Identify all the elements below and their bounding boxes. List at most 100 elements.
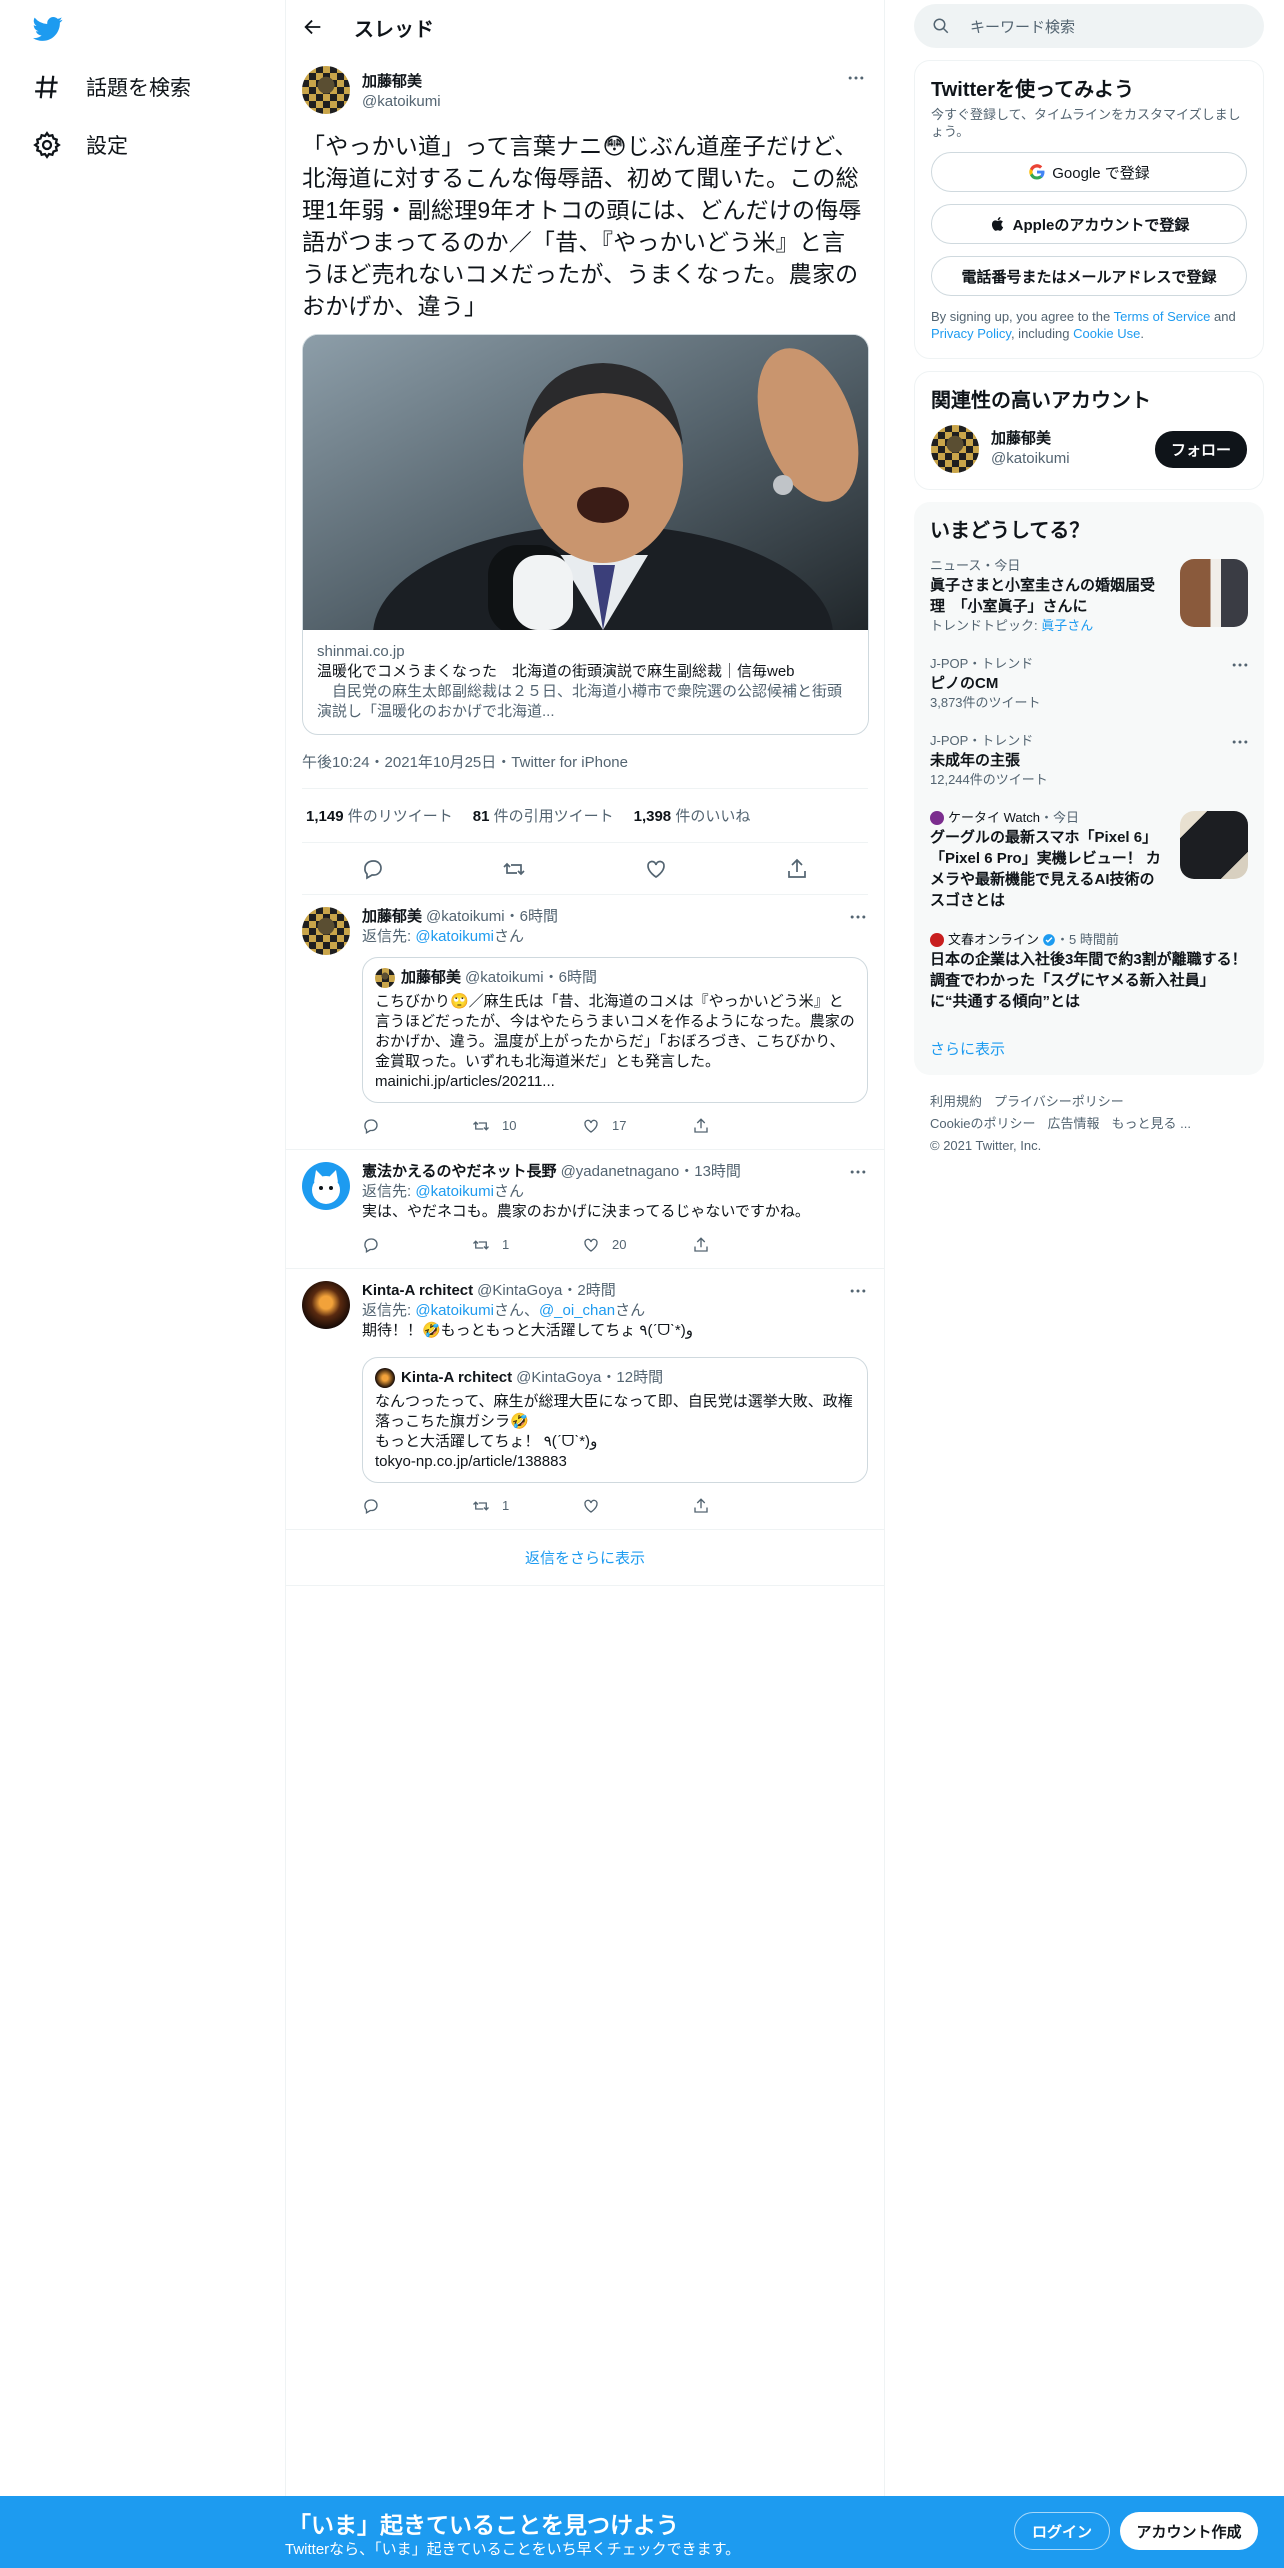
thread-header: スレッド [286, 0, 884, 54]
footer-link-more[interactable]: もっと見る ... [1111, 1116, 1190, 1131]
login-button[interactable]: ログイン [1014, 2512, 1110, 2550]
show-more-replies-button[interactable]: 返信をさらに表示 [286, 1530, 884, 1586]
tweet-timestamp[interactable]: 午後10:24・2021年10月25日・Twitter for iPhone [302, 751, 868, 789]
search-icon [933, 18, 949, 34]
author-name[interactable]: 加藤郁美 [362, 70, 441, 91]
reply-to-link[interactable]: @katoikumi [415, 1183, 494, 1200]
avatar[interactable] [302, 1281, 350, 1329]
trend-item[interactable]: J-POP・トレンド ピノのCM 3,873件のツイート [914, 645, 1264, 722]
reply-tweet[interactable]: 加藤郁美 @katoikumi ・6時間 返信先: @katoikumiさん 加藤郁… [286, 895, 884, 1150]
nav-settings[interactable]: 設定 [32, 120, 128, 170]
retweet-icon[interactable] [472, 1117, 490, 1135]
share-icon[interactable] [785, 857, 809, 881]
reply-to-link-2[interactable]: @_oi_chan [539, 1302, 615, 1319]
twitter-logo-icon[interactable] [32, 14, 64, 44]
reply-time[interactable]: ・2時間 [562, 1281, 615, 1301]
footer-link-privacy[interactable]: プライバシーポリシー [994, 1094, 1124, 1109]
trend-topic-link[interactable]: 眞子さん [1041, 618, 1093, 633]
quote-text: こちびかり🙄／麻生氏は「昔、北海道のコメは『やっかいどう米』と言うほどだったが、… [375, 993, 855, 1090]
reply-icon[interactable] [362, 1117, 380, 1135]
reply-icon[interactable] [362, 1497, 380, 1515]
reply-author-handle[interactable]: @yadanetnagano [561, 1162, 680, 1182]
avatar[interactable] [302, 66, 350, 114]
privacy-policy-link[interactable]: Privacy Policy [931, 326, 1011, 341]
quote-tweet[interactable]: Kinta-A rchitect @KintaGoya ・12時間 なんつったって、… [362, 1357, 868, 1483]
avatar[interactable] [302, 907, 350, 955]
google-signup-button[interactable]: Google で登録 [931, 152, 1247, 192]
trend-item[interactable]: 文春オンライン ・5 時間前 日本の企業は入社後3年間で約3割が離職する！ 調査で… [914, 921, 1264, 1022]
reply-author-handle[interactable]: @KintaGoya [477, 1281, 562, 1301]
reply-tweet[interactable]: 憲法かえるのやだネット長野 @yadanetnagano ・13時間 返信先: @k… [286, 1150, 884, 1269]
reply-icon[interactable] [361, 857, 385, 881]
search-input[interactable]: キーワード検索 [914, 4, 1264, 48]
reply-author-name[interactable]: 憲法かえるのやだネット長野 [362, 1162, 557, 1182]
left-nav: 話題を検索 設定 [0, 0, 285, 2568]
retweet-icon[interactable] [472, 1236, 490, 1254]
avatar[interactable] [302, 1162, 350, 1210]
reply-icon[interactable] [362, 1236, 380, 1254]
more-options-icon[interactable] [846, 68, 866, 88]
quote-avatar [375, 968, 395, 988]
link-card[interactable]: shinmai.co.jp 温暖化でコメうまくなった 北海道の街頭演説で麻生副総… [302, 334, 869, 735]
card-image [303, 335, 868, 630]
follow-button[interactable]: フォロー [1154, 430, 1247, 468]
reply-time[interactable]: ・13時間 [679, 1162, 741, 1182]
right-sidebar: キーワード検索 Twitterを使ってみよう 今すぐ登録して、タイムラインをカス… [914, 0, 1264, 1173]
retweet-count-link[interactable]: 1,149 件のリツイート [306, 805, 453, 826]
more-options-icon[interactable] [1230, 732, 1250, 752]
nav-explore[interactable]: 話題を検索 [32, 62, 191, 112]
signup-button[interactable]: アカウント作成 [1120, 2512, 1258, 2550]
reply-to-link[interactable]: @katoikumi [415, 1302, 494, 1319]
related-account[interactable]: 加藤郁美 @katoikumi フォロー [915, 417, 1263, 489]
reply-to-link[interactable]: @katoikumi [415, 928, 494, 945]
retweet-icon[interactable] [472, 1497, 490, 1515]
like-label: 件のいいね [675, 808, 751, 825]
tweet-stats: 1,149 件のリツイート 81 件の引用ツイート 1,398 件のいいね [302, 789, 868, 843]
phone-email-signup-button[interactable]: 電話番号またはメールアドレスで登録 [931, 256, 1247, 296]
reply-tweet[interactable]: Kinta-A rchitect @KintaGoya ・2時間 返信先: @kat… [286, 1269, 884, 1530]
more-options-icon[interactable] [848, 907, 868, 927]
cookie-use-link[interactable]: Cookie Use [1073, 326, 1140, 341]
quote-tweet[interactable]: 加藤郁美 @katoikumi ・6時間 こちびかり🙄／麻生氏は「昔、北海道のコメは… [362, 957, 868, 1103]
related-name: 加藤郁美 [991, 430, 1052, 447]
terms-of-service-link[interactable]: Terms of Service [1114, 309, 1211, 324]
like-icon[interactable] [582, 1117, 600, 1135]
trend-item[interactable]: ケータイ Watch ・今日 グーグルの最新スマホ「Pixel 6」「Pixel … [914, 799, 1264, 921]
footer-link-cookie[interactable]: Cookieのポリシー [930, 1116, 1035, 1131]
gear-icon [33, 131, 61, 159]
source-icon [930, 933, 944, 947]
like-icon[interactable] [582, 1497, 600, 1515]
quote-count: 81 [472, 808, 490, 825]
like-icon[interactable] [644, 857, 668, 881]
quote-count-link[interactable]: 81 件の引用ツイート [473, 805, 614, 826]
retweet-icon[interactable] [502, 857, 526, 881]
card-title: 温暖化でコメうまくなった 北海道の街頭演説で麻生副総裁｜信毎web [317, 663, 795, 680]
footer-link-ads[interactable]: 広告情報 [1047, 1116, 1099, 1131]
more-options-icon[interactable] [848, 1162, 868, 1182]
trends-show-more-link[interactable]: さらに表示 [914, 1022, 1264, 1075]
related-title: 関連性の高いアカウント [931, 390, 1151, 412]
avatar[interactable] [931, 425, 979, 473]
back-arrow-icon[interactable] [302, 16, 324, 38]
like-count: 20 [612, 1237, 627, 1252]
reply-time[interactable]: ・6時間 [505, 907, 558, 927]
share-icon[interactable] [692, 1236, 710, 1254]
reply-author-name[interactable]: 加藤郁美 [362, 907, 422, 927]
quote-author-name: Kinta-A rchitect [401, 1369, 513, 1386]
more-options-icon[interactable] [848, 1281, 868, 1301]
trend-item[interactable]: ニュース・今日 眞子さまと小室圭さんの婚姻届受理 「小室眞子」さんに トレンドト… [914, 547, 1264, 645]
footer-link-terms[interactable]: 利用規約 [930, 1094, 982, 1109]
share-icon[interactable] [692, 1117, 710, 1135]
reply-author-name[interactable]: Kinta-A rchitect [362, 1281, 473, 1301]
apple-signup-button[interactable]: Appleのアカウントで登録 [931, 204, 1247, 244]
reply-author-handle[interactable]: @katoikumi [426, 907, 505, 927]
more-options-icon[interactable] [1230, 655, 1250, 675]
bottom-headline: 「いま」起きていることを見つけよう [288, 2512, 679, 2538]
reply-to-suffix: さん [493, 1183, 524, 1200]
trend-item[interactable]: J-POP・トレンド 未成年の主張 12,244件のツイート [914, 722, 1264, 799]
like-icon[interactable] [582, 1236, 600, 1254]
share-icon[interactable] [692, 1497, 710, 1515]
trend-title: 日本の企業は入社後3年間で約3割が離職する！ 調査でわかった「スグにヤメる新入社… [930, 951, 1247, 1010]
like-count-link[interactable]: 1,398 件のいいね [634, 805, 751, 826]
author-handle[interactable]: @katoikumi [362, 93, 441, 110]
